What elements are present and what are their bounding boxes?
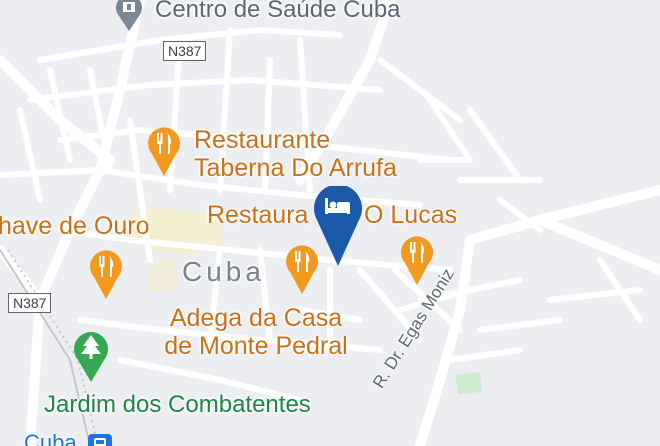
route-shield-n387-top: N387 <box>163 41 207 61</box>
restaurant-pin-chave-de-ouro[interactable] <box>88 247 124 304</box>
map-view[interactable]: Centro de Saúde Cuba N387 N387 Restauran… <box>0 0 660 446</box>
restaurant-label-arrufa[interactable]: Restaurante Taberna Do Arrufa <box>194 126 397 182</box>
restaurant-label-adega[interactable]: Adega da Casa de Monte Pedral <box>146 304 366 360</box>
restaurant-label-chave-de-ouro[interactable]: have de Ouro <box>0 212 150 240</box>
park-label[interactable]: Jardim dos Combatentes <box>44 391 311 419</box>
restaurant-label-lucas-part1[interactable]: Restaura <box>207 201 308 229</box>
health-center-label[interactable]: Centro de Saúde Cuba <box>155 0 401 24</box>
train-icon[interactable] <box>88 434 112 446</box>
hotel-marker[interactable] <box>313 184 363 273</box>
restaurant-pin-arrufa[interactable] <box>146 124 182 181</box>
hospital-icon <box>116 0 142 31</box>
restaurant-name-line1: Adega da Casa <box>169 304 343 332</box>
restaurant-name-line2: de Monte Pedral <box>164 332 348 360</box>
town-label: Cuba <box>182 256 265 287</box>
restaurant-label-lucas-part2[interactable]: O Lucas <box>364 201 457 229</box>
restaurant-name-line1: Restaurante <box>194 126 331 154</box>
fork-knife-icon <box>148 127 180 176</box>
restaurant-name-line2: Taberna Do Arrufa <box>194 154 397 182</box>
fork-knife-icon <box>401 236 433 285</box>
tree-icon <box>74 332 108 382</box>
transit-label[interactable]: Cuba <box>24 430 77 446</box>
bed-icon <box>314 184 362 266</box>
restaurant-pin-lucas[interactable] <box>399 233 435 290</box>
train-glyph <box>94 438 106 446</box>
fork-knife-icon <box>90 250 122 299</box>
park-pin[interactable] <box>72 328 110 387</box>
route-shield-n387-left: N387 <box>8 293 52 313</box>
hospital-pin[interactable] <box>114 0 144 32</box>
